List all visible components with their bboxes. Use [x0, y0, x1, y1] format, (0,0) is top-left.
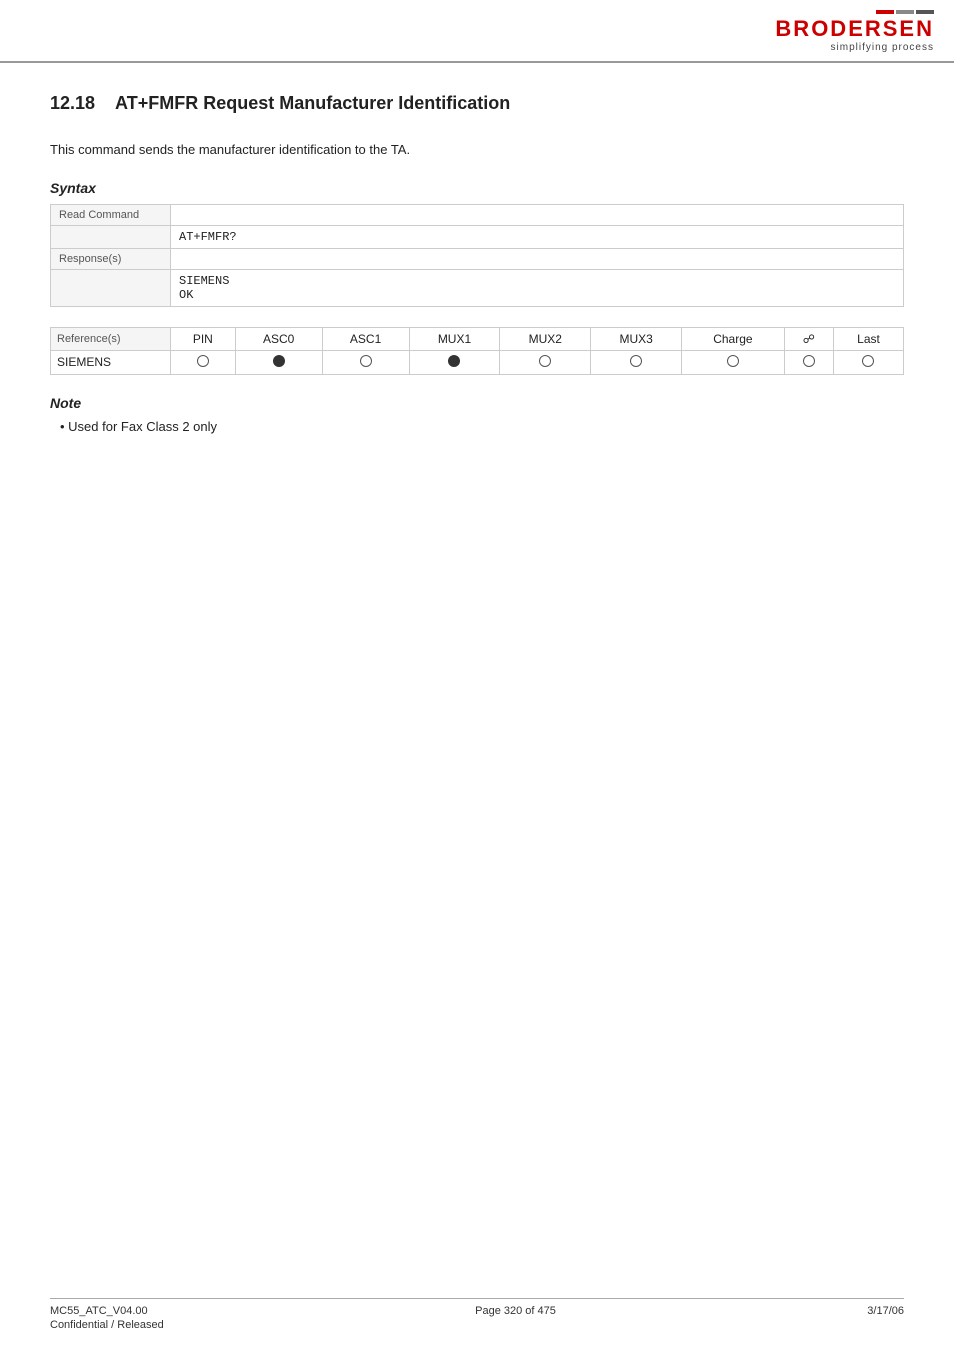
circle-empty-asc1 — [360, 355, 372, 367]
logo-bar — [876, 10, 934, 14]
section-heading: AT+FMFR Request Manufacturer Identificat… — [115, 93, 510, 113]
col-pin: PIN — [171, 327, 236, 350]
col-special: ☍ — [784, 327, 833, 350]
circle-empty-charge — [727, 355, 739, 367]
logo-text: BRODERSEN — [775, 16, 934, 42]
cell-last — [833, 350, 903, 374]
cell-mux3 — [591, 350, 682, 374]
circle-empty-special — [803, 355, 815, 367]
syntax-row-responses-label: Response(s) — [51, 248, 904, 269]
circle-filled-mux1 — [448, 355, 460, 367]
reference-table: Reference(s) PIN ASC0 ASC1 MUX1 MUX2 MUX… — [50, 327, 904, 375]
footer-left: MC55_ATC_V04.00 Confidential / Released — [50, 1305, 164, 1331]
responses-empty — [171, 248, 904, 269]
syntax-row-responses-value: SIEMENSOK — [51, 269, 904, 306]
read-command-empty-label — [51, 225, 171, 248]
section-title: 12.18 AT+FMFR Request Manufacturer Identi… — [50, 93, 904, 120]
circle-filled-asc0 — [273, 355, 285, 367]
footer-confidential: Confidential / Released — [50, 1319, 164, 1331]
cell-mux2 — [500, 350, 591, 374]
footer-doc-id: MC55_ATC_V04.00 — [50, 1305, 164, 1317]
section-description: This command sends the manufacturer iden… — [50, 140, 904, 160]
col-last: Last — [833, 327, 903, 350]
read-command-label: Read Command — [51, 204, 171, 225]
circle-empty-mux3 — [630, 355, 642, 367]
section-number: 12.18 — [50, 93, 95, 113]
note-item-1: Used for Fax Class 2 only — [60, 417, 904, 438]
read-command-value — [171, 204, 904, 225]
col-asc0: ASC0 — [235, 327, 322, 350]
circle-empty-pin — [197, 355, 209, 367]
read-command-code: AT+FMFR? — [171, 225, 904, 248]
footer-page: Page 320 of 475 — [475, 1305, 556, 1331]
col-mux3: MUX3 — [591, 327, 682, 350]
responses-empty-label — [51, 269, 171, 306]
ref-header-label: Reference(s) — [51, 327, 171, 350]
ref-row-label-siemens: SIEMENS — [51, 350, 171, 374]
col-charge: Charge — [682, 327, 785, 350]
cell-mux1 — [409, 350, 500, 374]
circle-empty-last — [862, 355, 874, 367]
syntax-row-read-command: Read Command — [51, 204, 904, 225]
cell-pin — [171, 350, 236, 374]
responses-label: Response(s) — [51, 248, 171, 269]
syntax-row-command-value: AT+FMFR? — [51, 225, 904, 248]
logo-area: BRODERSEN simplifying process — [775, 10, 934, 53]
col-mux2: MUX2 — [500, 327, 591, 350]
cell-special — [784, 350, 833, 374]
responses-value: SIEMENSOK — [171, 269, 904, 306]
col-mux1: MUX1 — [409, 327, 500, 350]
cell-asc0 — [235, 350, 322, 374]
ref-data-row-siemens: SIEMENS — [51, 350, 904, 374]
logo-tagline: simplifying process — [831, 42, 934, 53]
ref-header-row: Reference(s) PIN ASC0 ASC1 MUX1 MUX2 MUX… — [51, 327, 904, 350]
note-list: Used for Fax Class 2 only — [50, 417, 904, 438]
note-heading: Note — [50, 395, 904, 411]
main-content: 12.18 AT+FMFR Request Manufacturer Identi… — [0, 63, 954, 477]
page-footer: MC55_ATC_V04.00 Confidential / Released … — [50, 1298, 904, 1331]
cell-asc1 — [322, 350, 409, 374]
cell-charge — [682, 350, 785, 374]
col-asc1: ASC1 — [322, 327, 409, 350]
page-header: BRODERSEN simplifying process — [0, 0, 954, 63]
circle-empty-mux2 — [539, 355, 551, 367]
footer-date: 3/17/06 — [867, 1305, 904, 1331]
syntax-heading: Syntax — [50, 180, 904, 196]
syntax-table: Read Command AT+FMFR? Response(s) SIEMEN… — [50, 204, 904, 307]
